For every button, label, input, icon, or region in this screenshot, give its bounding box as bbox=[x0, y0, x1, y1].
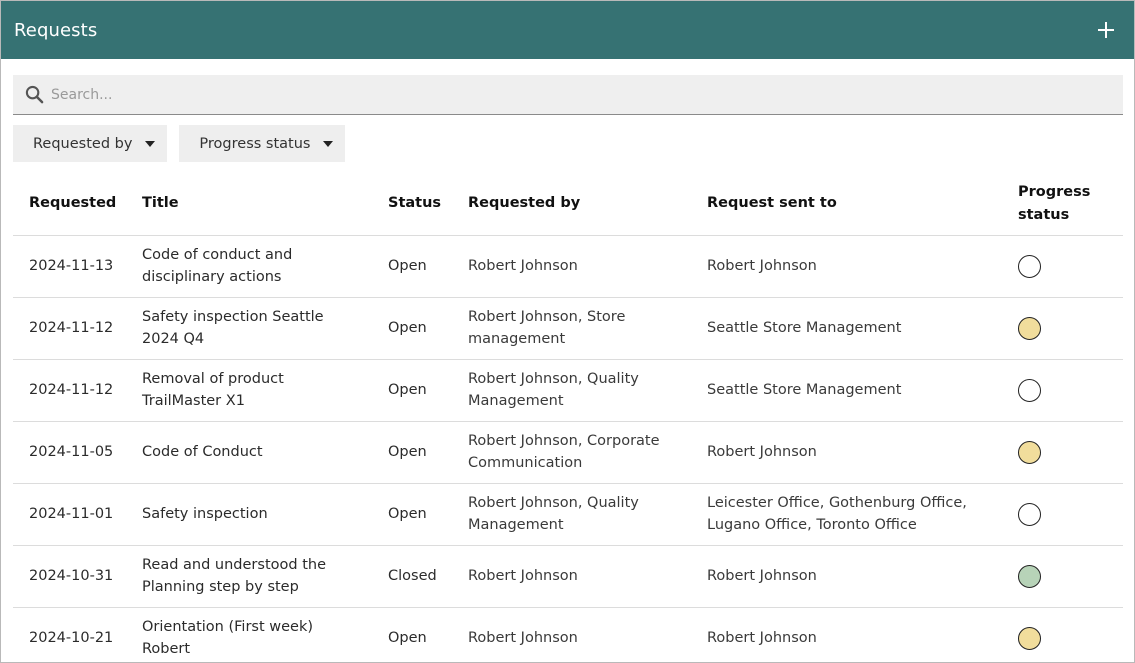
requests-panel: Requests Requested by Progress status bbox=[0, 0, 1135, 663]
column-header-requested-by[interactable]: Requested by bbox=[452, 173, 691, 236]
column-header-sent-to[interactable]: Request sent to bbox=[691, 173, 1002, 236]
progress-status-indicator bbox=[1018, 502, 1041, 526]
column-header-progress-status[interactable]: Progress status bbox=[1002, 173, 1123, 236]
table-row[interactable]: 2024-11-12 Safety inspection Seattle 2024… bbox=[13, 297, 1123, 360]
cell-requested-by: Robert Johnson bbox=[452, 607, 691, 662]
table-row[interactable]: 2024-10-21 Orientation (First week) Rober… bbox=[13, 607, 1123, 662]
progress-status-indicator bbox=[1018, 378, 1041, 402]
cell-sent-to: Seattle Store Management bbox=[691, 359, 1002, 422]
cell-title: Code of conduct and disciplinary actions bbox=[126, 235, 372, 298]
cell-title: Safety inspection bbox=[126, 483, 372, 546]
cell-requested: 2024-10-21 bbox=[13, 607, 126, 662]
column-header-title[interactable]: Title bbox=[126, 173, 372, 236]
cell-progress-status bbox=[1002, 545, 1123, 608]
cell-requested-by: Robert Johnson bbox=[452, 235, 691, 298]
cell-requested: 2024-11-01 bbox=[13, 483, 126, 546]
cell-sent-to: Robert Johnson bbox=[691, 545, 1002, 608]
requests-table: Requested Title Status Requested by Requ… bbox=[13, 173, 1123, 662]
cell-status: Closed bbox=[372, 545, 452, 608]
cell-title: Orientation (First week) Robert bbox=[126, 607, 372, 662]
filter-label: Progress status bbox=[199, 135, 311, 152]
cell-sent-to: Leicester Office, Gothenburg Office, Lug… bbox=[691, 483, 1002, 546]
cell-requested-by: Robert Johnson, Quality Management bbox=[452, 483, 691, 546]
table-row[interactable]: 2024-11-13 Code of conduct and disciplina… bbox=[13, 235, 1123, 298]
cell-sent-to: Seattle Store Management bbox=[691, 297, 1002, 360]
cell-status: Open bbox=[372, 421, 452, 484]
cell-progress-status bbox=[1002, 235, 1123, 298]
cell-status: Open bbox=[372, 235, 452, 298]
search-icon bbox=[25, 85, 45, 105]
cell-status: Open bbox=[372, 297, 452, 360]
table-body: 2024-11-13 Code of conduct and disciplina… bbox=[13, 235, 1123, 662]
cell-progress-status bbox=[1002, 607, 1123, 662]
cell-status: Open bbox=[372, 483, 452, 546]
progress-status-indicator bbox=[1018, 316, 1041, 340]
cell-sent-to: Robert Johnson bbox=[691, 421, 1002, 484]
cell-requested: 2024-10-31 bbox=[13, 545, 126, 608]
cell-sent-to: Robert Johnson bbox=[691, 607, 1002, 662]
search-bar bbox=[13, 75, 1123, 115]
search-input[interactable] bbox=[51, 86, 951, 103]
cell-requested: 2024-11-13 bbox=[13, 235, 126, 298]
cell-status: Open bbox=[372, 607, 452, 662]
cell-requested-by: Robert Johnson, Store management bbox=[452, 297, 691, 360]
progress-status-indicator bbox=[1018, 564, 1041, 588]
table-row[interactable]: 2024-11-12 Removal of product TrailMaster… bbox=[13, 359, 1123, 422]
cell-progress-status bbox=[1002, 359, 1123, 422]
cell-requested: 2024-11-12 bbox=[13, 297, 126, 360]
cell-requested-by: Robert Johnson bbox=[452, 545, 691, 608]
table-header-row: Requested Title Status Requested by Requ… bbox=[13, 173, 1123, 236]
cell-title: Read and understood the Planning step by… bbox=[126, 545, 372, 608]
table-row[interactable]: 2024-11-01 Safety inspection Open Robert Jo… bbox=[13, 483, 1123, 546]
filter-progress-status[interactable]: Progress status bbox=[179, 125, 346, 162]
cell-progress-status bbox=[1002, 483, 1123, 546]
cell-requested-by: Robert Johnson, Quality Management bbox=[452, 359, 691, 422]
table-row[interactable]: 2024-11-05 Code of Conduct Open Robert John… bbox=[13, 421, 1123, 484]
caret-down-icon bbox=[145, 140, 156, 147]
progress-status-indicator bbox=[1018, 254, 1041, 278]
table-row[interactable]: 2024-10-31 Read and understood the Planni… bbox=[13, 545, 1123, 608]
cell-progress-status bbox=[1002, 421, 1123, 484]
filter-label: Requested by bbox=[33, 135, 133, 152]
filter-requested-by[interactable]: Requested by bbox=[13, 125, 168, 162]
caret-down-icon bbox=[323, 140, 334, 147]
cell-title: Removal of product TrailMaster X1 bbox=[126, 359, 372, 422]
cell-sent-to: Robert Johnson bbox=[691, 235, 1002, 298]
header-bar: Requests bbox=[1, 1, 1134, 59]
progress-status-indicator bbox=[1018, 626, 1041, 650]
add-request-button[interactable] bbox=[1092, 16, 1120, 44]
cell-requested: 2024-11-05 bbox=[13, 421, 126, 484]
cell-title: Safety inspection Seattle 2024 Q4 bbox=[126, 297, 372, 360]
page-title: Requests bbox=[14, 19, 98, 41]
cell-status: Open bbox=[372, 359, 452, 422]
cell-progress-status bbox=[1002, 297, 1123, 360]
cell-requested: 2024-11-12 bbox=[13, 359, 126, 422]
plus-icon bbox=[1098, 22, 1114, 38]
filter-bar: Requested by Progress status bbox=[13, 125, 346, 162]
column-header-requested[interactable]: Requested bbox=[13, 173, 126, 236]
cell-requested-by: Robert Johnson, Corporate Communication bbox=[452, 421, 691, 484]
cell-title: Code of Conduct bbox=[126, 421, 372, 484]
progress-status-indicator bbox=[1018, 440, 1041, 464]
column-header-status[interactable]: Status bbox=[372, 173, 452, 236]
